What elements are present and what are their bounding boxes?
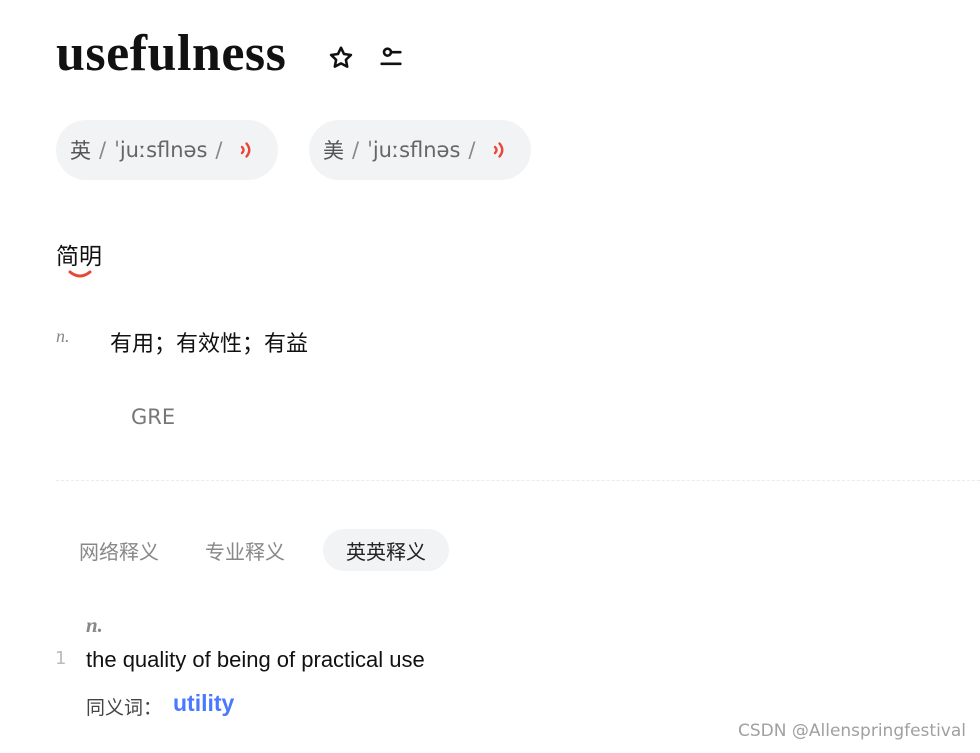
tab-professional-definitions[interactable]: 专业释义 (188, 529, 302, 571)
slash-open: / (352, 138, 360, 162)
speaker-icon[interactable] (492, 139, 508, 161)
region-label: 英 (70, 139, 91, 163)
english-definition: the quality of being of practical use (86, 647, 425, 672)
slash-close: / (215, 138, 223, 162)
tab-english-definitions[interactable]: 英英释义 (323, 529, 449, 571)
ipa-text: ˈjuːsflnəs (367, 138, 461, 162)
tab-web-definitions[interactable]: 网络释义 (62, 529, 176, 571)
wordbook-icon[interactable] (376, 43, 406, 73)
english-part-of-speech: n. (86, 613, 103, 637)
section-title-brief: 简明 (56, 244, 102, 270)
region-label: 美 (323, 139, 344, 163)
exam-tag: GRE (131, 405, 176, 429)
dictionary-page: usefulness 英 / ˈjuːsflnəs / 美 / ˈjuːsfln… (0, 0, 980, 753)
definition-index: 1 (55, 648, 67, 669)
star-outline-icon[interactable] (326, 43, 356, 73)
synonym-label: 同义词： (86, 697, 163, 719)
synonym-link[interactable]: utility (173, 690, 234, 717)
pronunciation-uk[interactable]: 英 / ˈjuːsflnəs / (56, 120, 278, 180)
pronunciation-us[interactable]: 美 / ˈjuːsflnəs / (309, 120, 531, 180)
slash-close: / (468, 138, 476, 162)
ipa-text: ˈjuːsflnəs (114, 138, 208, 162)
title-underline-mark (68, 270, 92, 278)
speaker-icon[interactable] (239, 139, 255, 161)
section-divider (56, 480, 980, 481)
slash-open: / (99, 138, 107, 162)
part-of-speech: n. (56, 326, 70, 346)
headword: usefulness (56, 25, 287, 82)
watermark: CSDN @Allenspringfestival (738, 721, 966, 741)
brief-definition: 有用；有效性；有益 (110, 332, 309, 357)
